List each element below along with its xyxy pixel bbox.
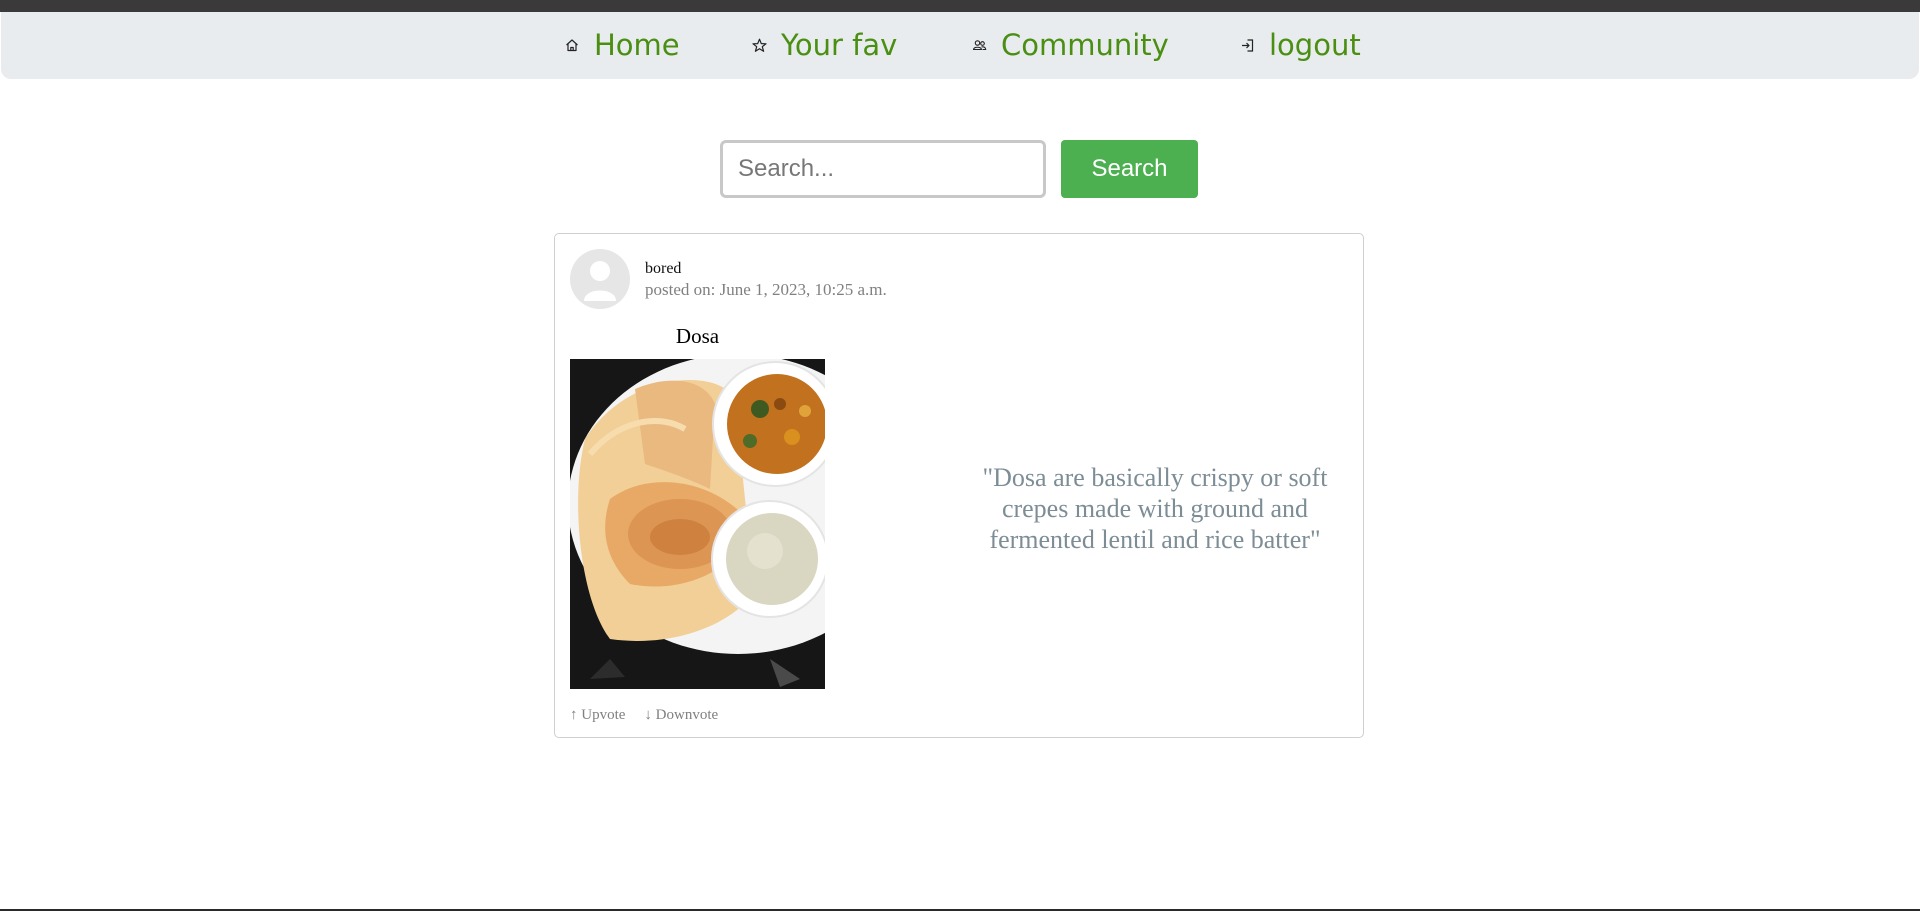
home-icon	[564, 37, 580, 53]
post-meta: bored posted on: June 1, 2023, 10:25 a.m…	[645, 259, 887, 301]
nav-community[interactable]: Community	[971, 28, 1169, 62]
main-navbar: Home Your fav Community logout	[1, 12, 1919, 79]
logout-icon	[1239, 37, 1255, 53]
avatar	[570, 249, 630, 309]
nav-home[interactable]: Home	[564, 28, 680, 62]
post-card: bored posted on: June 1, 2023, 10:25 a.m…	[554, 233, 1364, 738]
downvote-button[interactable]: ↓ Downvote	[644, 707, 718, 724]
nav-community-label: Community	[1001, 28, 1169, 62]
nav-your-fav[interactable]: Your fav	[751, 28, 897, 62]
search-bar: Search	[720, 140, 1198, 198]
user-placeholder-icon	[584, 261, 616, 301]
nav-logout[interactable]: logout	[1239, 28, 1361, 62]
post-image	[570, 359, 825, 689]
nav-logout-label: logout	[1269, 28, 1361, 62]
nav-home-label: Home	[594, 28, 680, 62]
search-button[interactable]: Search	[1061, 140, 1198, 198]
nav-your-fav-label: Your fav	[781, 28, 898, 62]
post-description: "Dosa are basically crispy or soft crepe…	[982, 463, 1328, 554]
search-input[interactable]	[720, 140, 1046, 198]
people-icon	[971, 37, 987, 53]
star-icon	[751, 37, 767, 53]
post-timestamp: posted on: June 1, 2023, 10:25 a.m.	[645, 280, 887, 299]
post-title: Dosa	[675, 324, 720, 348]
top-window-bar	[0, 0, 1920, 12]
post-username[interactable]: bored	[645, 259, 887, 279]
upvote-button[interactable]: ↑ Upvote	[570, 707, 625, 724]
vote-actions: ↑ Upvote ↓ Downvote	[570, 707, 718, 724]
